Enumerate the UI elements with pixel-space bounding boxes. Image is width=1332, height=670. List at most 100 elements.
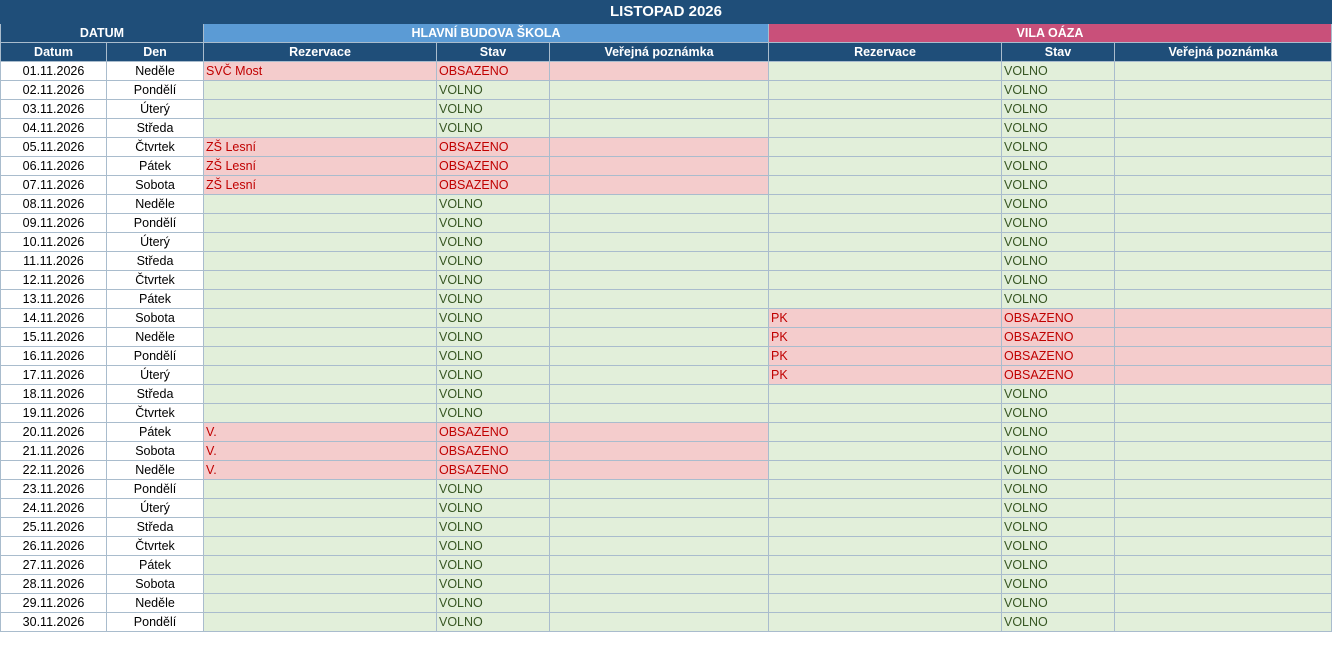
b-status-cell[interactable]: VOLNO xyxy=(1001,80,1115,100)
b-status-cell[interactable]: VOLNO xyxy=(1001,422,1115,442)
day-cell[interactable]: Středa xyxy=(106,384,204,404)
b-note-cell[interactable] xyxy=(1114,137,1332,157)
a-status-cell[interactable]: OBSAZENO xyxy=(436,137,550,157)
a-status-cell[interactable]: OBSAZENO xyxy=(436,460,550,480)
a-note-cell[interactable] xyxy=(549,346,769,366)
b-reservation-cell[interactable] xyxy=(768,289,1002,309)
a-reservation-cell[interactable]: V. xyxy=(203,422,437,442)
col-header-a-note[interactable]: Veřejná poznámka xyxy=(549,42,769,62)
day-cell[interactable]: Pátek xyxy=(106,555,204,575)
a-status-cell[interactable]: VOLNO xyxy=(436,99,550,119)
a-reservation-cell[interactable] xyxy=(203,270,437,290)
b-note-cell[interactable] xyxy=(1114,213,1332,233)
a-status-cell[interactable]: VOLNO xyxy=(436,593,550,613)
date-cell[interactable]: 26.11.2026 xyxy=(0,536,107,556)
b-note-cell[interactable] xyxy=(1114,441,1332,461)
b-reservation-cell[interactable] xyxy=(768,612,1002,632)
date-cell[interactable]: 05.11.2026 xyxy=(0,137,107,157)
a-status-cell[interactable]: OBSAZENO xyxy=(436,156,550,176)
b-reservation-cell[interactable] xyxy=(768,479,1002,499)
a-status-cell[interactable]: VOLNO xyxy=(436,194,550,214)
day-cell[interactable]: Čtvrtek xyxy=(106,403,204,423)
b-note-cell[interactable] xyxy=(1114,574,1332,594)
day-cell[interactable]: Neděle xyxy=(106,460,204,480)
a-note-cell[interactable] xyxy=(549,118,769,138)
a-status-cell[interactable]: OBSAZENO xyxy=(436,175,550,195)
b-reservation-cell[interactable]: PK xyxy=(768,365,1002,385)
a-status-cell[interactable]: VOLNO xyxy=(436,403,550,423)
day-cell[interactable]: Pondělí xyxy=(106,612,204,632)
b-note-cell[interactable] xyxy=(1114,232,1332,252)
a-status-cell[interactable]: VOLNO xyxy=(436,517,550,537)
day-cell[interactable]: Sobota xyxy=(106,574,204,594)
b-note-cell[interactable] xyxy=(1114,498,1332,518)
date-cell[interactable]: 07.11.2026 xyxy=(0,175,107,195)
date-cell[interactable]: 01.11.2026 xyxy=(0,61,107,81)
a-note-cell[interactable] xyxy=(549,61,769,81)
a-note-cell[interactable] xyxy=(549,270,769,290)
a-note-cell[interactable] xyxy=(549,308,769,328)
date-cell[interactable]: 17.11.2026 xyxy=(0,365,107,385)
b-status-cell[interactable]: VOLNO xyxy=(1001,441,1115,461)
b-note-cell[interactable] xyxy=(1114,536,1332,556)
a-status-cell[interactable]: VOLNO xyxy=(436,213,550,233)
b-note-cell[interactable] xyxy=(1114,422,1332,442)
a-status-cell[interactable]: VOLNO xyxy=(436,574,550,594)
b-note-cell[interactable] xyxy=(1114,517,1332,537)
b-note-cell[interactable] xyxy=(1114,460,1332,480)
b-reservation-cell[interactable] xyxy=(768,270,1002,290)
a-reservation-cell[interactable]: V. xyxy=(203,441,437,461)
b-reservation-cell[interactable] xyxy=(768,99,1002,119)
a-reservation-cell[interactable] xyxy=(203,498,437,518)
a-status-cell[interactable]: VOLNO xyxy=(436,536,550,556)
a-reservation-cell[interactable] xyxy=(203,308,437,328)
day-cell[interactable]: Pátek xyxy=(106,156,204,176)
day-cell[interactable]: Neděle xyxy=(106,194,204,214)
date-cell[interactable]: 10.11.2026 xyxy=(0,232,107,252)
a-note-cell[interactable] xyxy=(549,612,769,632)
b-note-cell[interactable] xyxy=(1114,61,1332,81)
b-status-cell[interactable]: VOLNO xyxy=(1001,270,1115,290)
b-status-cell[interactable]: VOLNO xyxy=(1001,156,1115,176)
b-status-cell[interactable]: VOLNO xyxy=(1001,593,1115,613)
a-note-cell[interactable] xyxy=(549,327,769,347)
date-cell[interactable]: 21.11.2026 xyxy=(0,441,107,461)
a-status-cell[interactable]: OBSAZENO xyxy=(436,441,550,461)
a-reservation-cell[interactable] xyxy=(203,80,437,100)
a-status-cell[interactable]: VOLNO xyxy=(436,80,550,100)
b-status-cell[interactable]: VOLNO xyxy=(1001,175,1115,195)
a-status-cell[interactable]: VOLNO xyxy=(436,365,550,385)
day-cell[interactable]: Středa xyxy=(106,118,204,138)
b-note-cell[interactable] xyxy=(1114,251,1332,271)
b-note-cell[interactable] xyxy=(1114,99,1332,119)
a-reservation-cell[interactable] xyxy=(203,517,437,537)
day-cell[interactable]: Sobota xyxy=(106,308,204,328)
a-status-cell[interactable]: VOLNO xyxy=(436,479,550,499)
b-note-cell[interactable] xyxy=(1114,365,1332,385)
b-reservation-cell[interactable] xyxy=(768,251,1002,271)
a-status-cell[interactable]: VOLNO xyxy=(436,270,550,290)
a-note-cell[interactable] xyxy=(549,498,769,518)
date-cell[interactable]: 15.11.2026 xyxy=(0,327,107,347)
date-cell[interactable]: 30.11.2026 xyxy=(0,612,107,632)
b-note-cell[interactable] xyxy=(1114,80,1332,100)
a-note-cell[interactable] xyxy=(549,365,769,385)
col-header-a-status[interactable]: Stav xyxy=(436,42,550,62)
b-status-cell[interactable]: VOLNO xyxy=(1001,232,1115,252)
b-reservation-cell[interactable] xyxy=(768,422,1002,442)
a-reservation-cell[interactable] xyxy=(203,403,437,423)
day-cell[interactable]: Úterý xyxy=(106,365,204,385)
day-cell[interactable]: Neděle xyxy=(106,61,204,81)
b-status-cell[interactable]: VOLNO xyxy=(1001,612,1115,632)
b-reservation-cell[interactable] xyxy=(768,175,1002,195)
a-status-cell[interactable]: VOLNO xyxy=(436,346,550,366)
b-note-cell[interactable] xyxy=(1114,403,1332,423)
day-cell[interactable]: Středa xyxy=(106,517,204,537)
a-note-cell[interactable] xyxy=(549,175,769,195)
b-note-cell[interactable] xyxy=(1114,327,1332,347)
b-note-cell[interactable] xyxy=(1114,270,1332,290)
a-note-cell[interactable] xyxy=(549,99,769,119)
b-note-cell[interactable] xyxy=(1114,175,1332,195)
b-reservation-cell[interactable] xyxy=(768,118,1002,138)
a-reservation-cell[interactable] xyxy=(203,574,437,594)
